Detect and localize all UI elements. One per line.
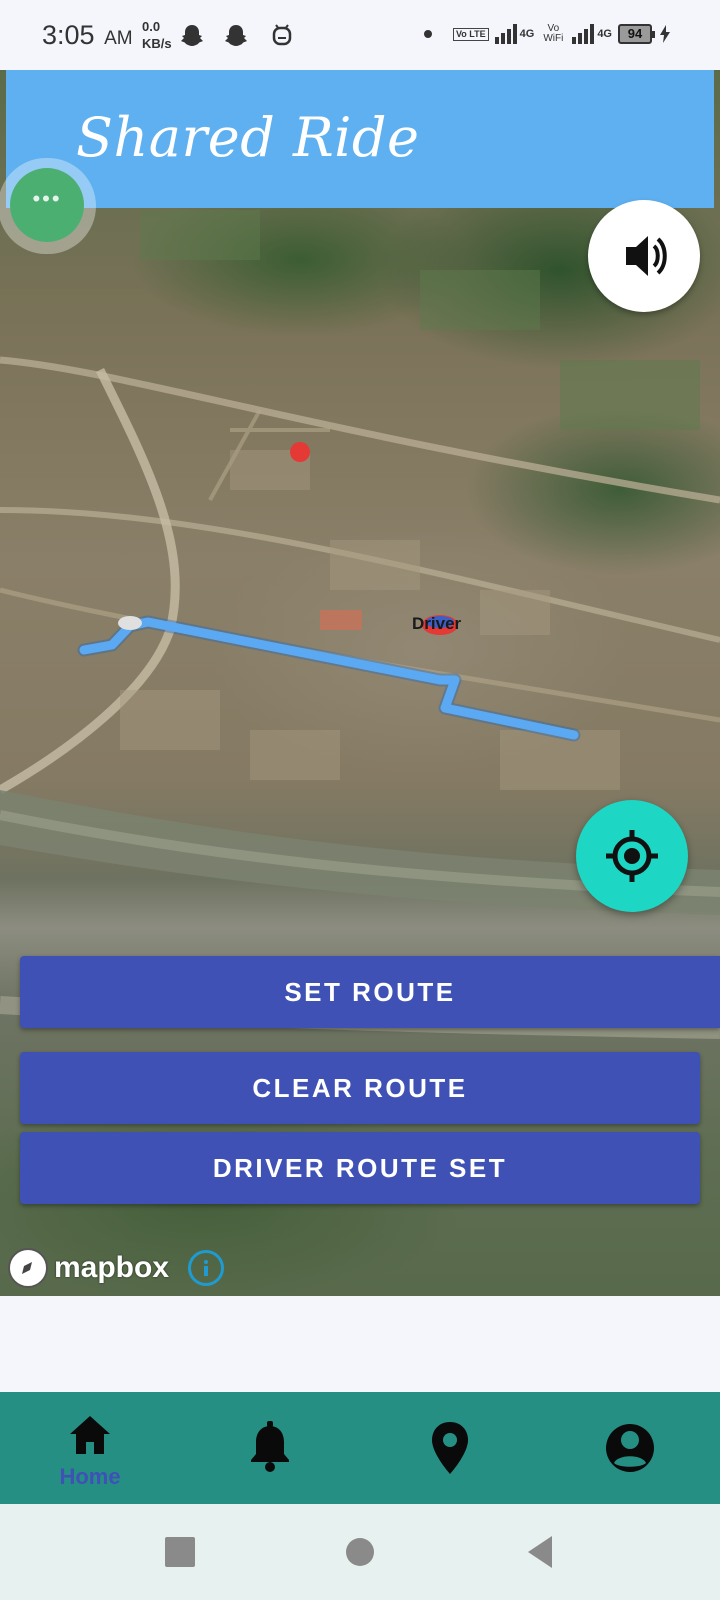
network-type-label: 4G — [597, 28, 612, 40]
my-location-button[interactable] — [576, 800, 688, 912]
nav-home-label: Home — [59, 1464, 121, 1489]
nav-item-location[interactable] — [404, 1392, 496, 1504]
info-icon[interactable] — [188, 1250, 224, 1286]
mapbox-wordmark: mapbox — [54, 1251, 170, 1284]
notification-icon — [272, 24, 292, 46]
network-speed-unit: KB/s — [142, 36, 172, 51]
bell-icon — [251, 1421, 289, 1472]
network-speed: 0.0 KB/s — [142, 18, 172, 52]
battery-icon: 94 — [618, 24, 655, 44]
nav-item-profile[interactable] — [584, 1392, 676, 1504]
floating-menu-inner: ••• — [10, 168, 84, 242]
signal-icon — [494, 24, 517, 44]
profile-icon — [606, 1424, 654, 1472]
status-right-group: Vo LTE 4G Vo WiFi 4G 94 — [423, 20, 670, 48]
status-bar: 3:05 AM 0.0 KB/s Vo LTE 4G Vo WiFi 4G 94 — [0, 0, 720, 70]
signal-icon — [572, 24, 595, 44]
volume-icon — [626, 236, 667, 276]
mapbox-logo: mapbox — [8, 1248, 169, 1288]
more-dots-icon: ••• — [32, 186, 62, 211]
charging-icon — [660, 25, 670, 43]
floating-menu-button[interactable]: ••• — [0, 158, 96, 254]
sound-toggle-button[interactable] — [588, 200, 700, 312]
app-header: Shared Ride — [6, 70, 714, 208]
mapbox-logo-mark — [8, 1248, 48, 1288]
crosshair-icon — [606, 830, 658, 882]
vowifi-icon: Vo WiFi — [543, 23, 564, 44]
back-icon[interactable] — [520, 1532, 560, 1572]
network-speed-value: 0.0 — [142, 19, 161, 34]
set-route-button[interactable]: SET ROUTE — [20, 956, 720, 1028]
network-type-label: 4G — [519, 28, 535, 40]
dot-icon — [423, 30, 432, 38]
bottom-navigation: Home — [0, 1392, 720, 1504]
location-pin-icon — [432, 1422, 468, 1474]
destination-pin — [290, 442, 310, 462]
status-time-ampm: AM — [104, 28, 133, 49]
recents-icon[interactable] — [160, 1532, 200, 1572]
driver-marker-label: Driver — [412, 614, 462, 633]
volte-icon: Vo LTE — [452, 27, 489, 41]
app-title: Shared Ride — [76, 106, 420, 169]
app-screen: 3:05 AM 0.0 KB/s Vo LTE 4G Vo WiFi 4G 94 — [0, 0, 720, 1600]
nav-item-notifications[interactable] — [224, 1392, 316, 1504]
home-circle-icon[interactable] — [340, 1532, 380, 1572]
snapchat-icon — [225, 25, 247, 46]
home-icon — [70, 1416, 110, 1454]
clear-route-button[interactable]: CLEAR ROUTE — [20, 1052, 700, 1124]
nav-item-home[interactable]: Home — [44, 1392, 136, 1504]
status-time-value: 3:05 — [42, 20, 95, 50]
system-navigation-bar — [0, 1504, 720, 1600]
snapchat-icon — [181, 25, 203, 46]
status-time: 3:05 AM — [42, 20, 133, 51]
driver-route-set-button[interactable]: DRIVER ROUTE SET — [20, 1132, 700, 1204]
